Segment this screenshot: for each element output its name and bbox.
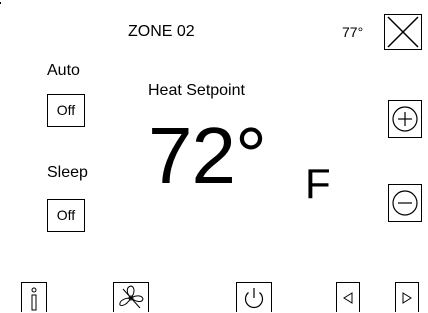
power-button[interactable] (236, 282, 272, 312)
auto-off-button[interactable]: Off (47, 94, 85, 127)
info-icon (31, 287, 37, 311)
next-icon (402, 292, 412, 304)
plus-circle-icon (392, 106, 418, 132)
close-icon (387, 16, 419, 48)
info-button[interactable] (21, 282, 47, 312)
previous-button[interactable] (336, 282, 360, 312)
zone-title: ZONE 02 (128, 23, 195, 40)
fan-icon (119, 285, 144, 309)
setpoint-value: 72° (148, 111, 267, 200)
auto-label: Auto (47, 62, 80, 79)
next-button[interactable] (395, 282, 419, 312)
decrease-setpoint-button[interactable] (388, 184, 422, 222)
sleep-label: Sleep (47, 164, 88, 181)
corner-mark (0, 2, 1, 4)
outside-temperature: 77° (342, 24, 364, 40)
setpoint-unit: F (305, 160, 331, 207)
increase-setpoint-button[interactable] (388, 100, 422, 138)
previous-icon (343, 292, 353, 304)
close-button[interactable] (384, 14, 422, 50)
minus-circle-icon (392, 190, 418, 216)
sleep-off-button[interactable]: Off (47, 199, 85, 232)
setpoint-label: Heat Setpoint (148, 82, 245, 99)
power-icon (244, 288, 264, 309)
fan-button[interactable] (113, 282, 149, 312)
